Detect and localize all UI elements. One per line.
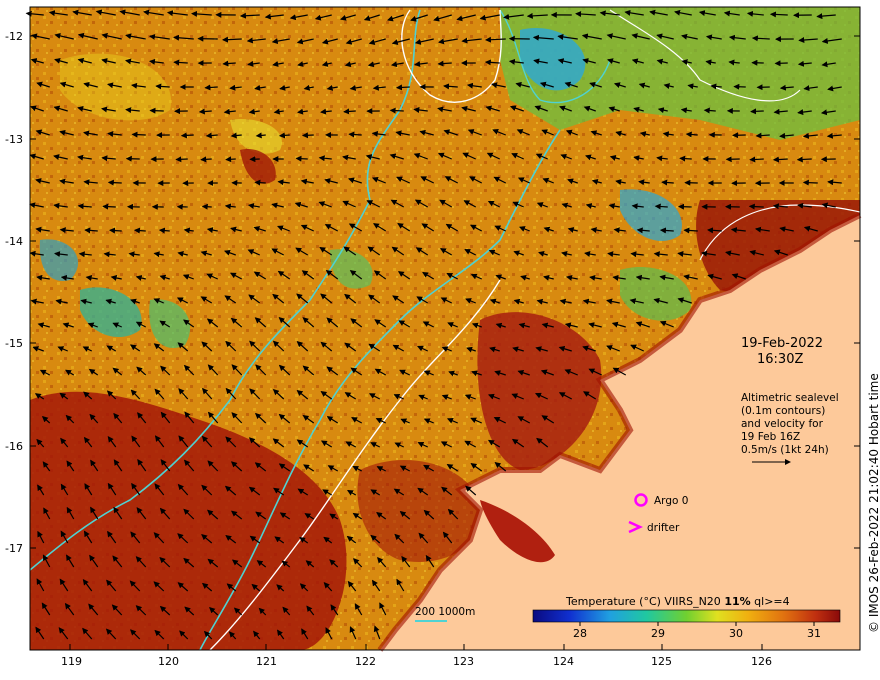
lat-label: -14 bbox=[5, 235, 23, 248]
velocity-arrow bbox=[204, 84, 218, 91]
lon-label: 120 bbox=[158, 655, 179, 668]
velocity-arrow bbox=[131, 131, 146, 138]
lat-label: -13 bbox=[5, 133, 23, 146]
lon-label: 121 bbox=[256, 655, 277, 668]
lon-label: 123 bbox=[453, 655, 474, 668]
altimetry-line: 0.5m/s (1kt 24h) bbox=[741, 444, 829, 456]
velocity-arrow bbox=[748, 203, 764, 210]
velocity-arrow bbox=[348, 131, 362, 138]
velocity-arrow bbox=[109, 227, 122, 234]
velocity-arrow bbox=[396, 84, 410, 91]
isobath-label: 200 1000m bbox=[415, 606, 475, 618]
velocity-arrow bbox=[772, 156, 788, 163]
drifter-label: drifter bbox=[647, 522, 680, 534]
velocity-arrow bbox=[175, 156, 188, 163]
lat-label: -16 bbox=[5, 440, 23, 453]
velocity-arrow bbox=[201, 203, 212, 210]
lon-label: 122 bbox=[355, 655, 376, 668]
velocity-arrow bbox=[661, 179, 674, 186]
velocity-arrow bbox=[802, 179, 818, 186]
velocity-arrow bbox=[679, 155, 692, 162]
altimetry-line: 19 Feb 16Z bbox=[741, 431, 800, 443]
velocity-arrow bbox=[200, 156, 212, 163]
velocity-arrow bbox=[133, 227, 146, 234]
altimetry-line: and velocity for bbox=[741, 418, 824, 430]
sst-map: -12 -13 -14 -15 -16 -17 119 120 121 122 … bbox=[5, 6, 880, 668]
colorbar-title: Temperature (°C) VIIRS_N20 11% ql>=4 bbox=[565, 595, 790, 608]
copyright-text: © IMOS 26-Feb-2022 21:02:40 Hobart time bbox=[867, 373, 880, 633]
velocity-arrow bbox=[254, 179, 266, 186]
velocity-arrow bbox=[749, 156, 764, 163]
map-time: 16:30Z bbox=[757, 352, 803, 367]
map-area bbox=[25, 7, 862, 652]
velocity-arrow bbox=[180, 132, 194, 139]
colorbar-tick: 28 bbox=[573, 627, 587, 640]
colorbar-tick: 30 bbox=[729, 627, 743, 640]
lat-label: -15 bbox=[5, 337, 23, 350]
velocity-arrow bbox=[654, 203, 668, 210]
colorbar-tick: 31 bbox=[807, 627, 821, 640]
velocity-arrow bbox=[389, 107, 404, 114]
lon-label: 124 bbox=[553, 655, 574, 668]
velocity-arrow bbox=[295, 155, 308, 162]
lat-label: -17 bbox=[5, 542, 23, 555]
velocity-arrow bbox=[107, 179, 122, 186]
velocity-arrow bbox=[149, 107, 164, 114]
velocity-arrow bbox=[796, 156, 812, 163]
velocity-arrow bbox=[750, 108, 764, 115]
velocity-arrow bbox=[173, 59, 188, 66]
lon-label: 125 bbox=[651, 655, 672, 668]
velocity-arrow bbox=[343, 108, 356, 115]
lat-label: -12 bbox=[5, 30, 23, 43]
colorbar-ramp bbox=[532, 609, 841, 623]
altimetry-line: Altimetric sealevel bbox=[741, 392, 839, 404]
velocity-arrow bbox=[703, 107, 716, 114]
altimetry-line: (0.1m contours) bbox=[741, 405, 825, 417]
lon-label: 119 bbox=[61, 655, 82, 668]
map-date: 19-Feb-2022 bbox=[741, 336, 823, 351]
velocity-arrow bbox=[225, 156, 236, 163]
velocity-arrow bbox=[769, 11, 788, 18]
colorbar-tick: 29 bbox=[651, 627, 665, 640]
argo-label: Argo 0 bbox=[654, 495, 688, 507]
velocity-arrow bbox=[278, 132, 290, 139]
velocity-arrow bbox=[102, 203, 116, 210]
lon-label: 126 bbox=[751, 655, 772, 668]
